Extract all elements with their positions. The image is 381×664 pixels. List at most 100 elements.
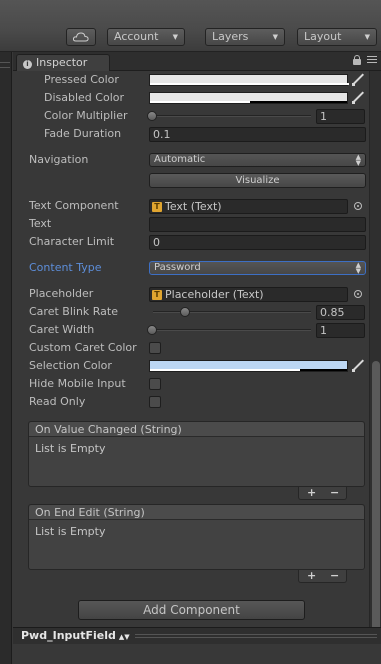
eyedropper-icon[interactable]: [351, 359, 365, 373]
panel-menu-icon[interactable]: [367, 56, 377, 65]
property-label: Character Limit: [29, 235, 115, 248]
visualize-button[interactable]: Visualize: [149, 173, 366, 188]
custom-caret-color-checkbox[interactable]: [149, 342, 161, 354]
navigation-value: Automatic: [154, 154, 206, 165]
remove-event-button[interactable]: −: [330, 570, 339, 582]
text-component-value: Text (Text): [165, 200, 222, 213]
left-panel-edge: [0, 52, 12, 664]
slider-knob[interactable]: [180, 307, 190, 317]
property-hide-mobile-input: Hide Mobile Input: [13, 376, 369, 392]
property-label: Placeholder: [29, 287, 94, 300]
inspector-scrollbar[interactable]: [369, 71, 381, 644]
property-label: Content Type: [29, 261, 102, 274]
lock-icon[interactable]: [353, 55, 361, 65]
property-navigation: Navigation Automatic ▲ ▼: [13, 152, 369, 168]
updown-arrows-icon: ▲▼: [355, 261, 361, 275]
add-component-button[interactable]: Add Component: [78, 600, 305, 620]
property-label: Caret Blink Rate: [29, 305, 118, 318]
property-label: Navigation: [29, 153, 89, 166]
event-empty-text: List is Empty: [35, 525, 106, 538]
slider-knob[interactable]: [147, 325, 157, 335]
property-text: Text: [13, 216, 369, 232]
property-text-component: Text Component T Text (Text): [13, 198, 369, 214]
drag-handle[interactable]: [135, 634, 377, 638]
text-input[interactable]: [149, 217, 366, 232]
object-name: Pwd_InputField: [21, 629, 116, 642]
placeholder-field[interactable]: T Placeholder (Text): [149, 287, 348, 302]
navigation-dropdown[interactable]: Automatic ▲ ▼: [149, 153, 366, 167]
cloud-button[interactable]: [66, 28, 96, 46]
account-dropdown[interactable]: Account ▼: [107, 28, 185, 46]
add-event-button[interactable]: +: [307, 487, 316, 499]
property-custom-caret-color: Custom Caret Color: [13, 340, 369, 356]
disabled-color-field[interactable]: [149, 92, 348, 104]
chevron-down-icon: ▼: [364, 33, 370, 41]
property-label: Pressed Color: [44, 73, 119, 86]
object-picker-icon[interactable]: [354, 290, 362, 298]
color-multiplier-input[interactable]: 1: [316, 109, 365, 124]
property-selection-color: Selection Color: [13, 358, 369, 374]
selection-color-field[interactable]: [149, 360, 348, 372]
caret-width-input[interactable]: 1: [316, 323, 365, 338]
text-component-field[interactable]: T Text (Text): [149, 199, 348, 214]
chevron-down-icon: ▼: [172, 33, 178, 41]
caret-blink-rate-input[interactable]: 0.85: [316, 305, 365, 320]
property-caret-width: Caret Width 1: [13, 322, 369, 338]
property-disabled-color: Disabled Color: [13, 90, 369, 106]
chevron-down-icon: ▼: [272, 33, 278, 41]
fade-duration-input[interactable]: 0.1: [149, 127, 366, 142]
layout-dropdown[interactable]: Layout ▼: [297, 28, 377, 46]
inspector-tabbar: i Inspector: [13, 52, 381, 71]
content-type-dropdown[interactable]: Password ▲ ▼: [149, 261, 366, 275]
on-end-edit-event: On End Edit (String) List is Empty: [28, 504, 365, 570]
inspector-panel: i Inspector Pressed Color Disabled Color …: [13, 52, 381, 664]
property-label: Custom Caret Color: [29, 341, 137, 354]
cloud-icon: [72, 32, 89, 42]
slider-knob[interactable]: [147, 111, 157, 121]
menu-icon[interactable]: [0, 62, 10, 68]
eyedropper-icon[interactable]: [351, 91, 365, 105]
property-label: Read Only: [29, 395, 86, 408]
event-empty-text: List is Empty: [35, 442, 106, 455]
preview-header: Pwd_InputField ▲▼: [13, 627, 381, 644]
property-content-type: Content Type Password ▲ ▼: [13, 260, 369, 276]
text-component-icon: T: [152, 290, 162, 300]
property-label: Selection Color: [29, 359, 112, 372]
property-caret-blink-rate: Caret Blink Rate 0.85: [13, 304, 369, 320]
on-value-changed-event: On Value Changed (String) List is Empty: [28, 421, 365, 487]
add-event-button[interactable]: +: [307, 570, 316, 582]
account-label: Account: [114, 30, 159, 43]
tab-inspector[interactable]: i Inspector: [16, 54, 110, 71]
property-label: Text: [29, 217, 52, 230]
hide-mobile-input-checkbox[interactable]: [149, 378, 161, 390]
scrollbar-thumb[interactable]: [372, 361, 380, 631]
character-limit-input[interactable]: 0: [149, 235, 366, 250]
alpha-bar-remainder: [300, 369, 347, 371]
layers-dropdown[interactable]: Layers ▼: [205, 28, 285, 46]
event-title: On End Edit (String): [29, 505, 364, 520]
top-toolbar: Account ▼ Layers ▼ Layout ▼: [0, 0, 381, 52]
eyedropper-icon[interactable]: [351, 73, 365, 87]
property-label: Text Component: [29, 199, 119, 212]
object-name-dropdown[interactable]: Pwd_InputField ▲▼: [21, 628, 130, 645]
color-multiplier-slider[interactable]: [153, 115, 311, 117]
tab-label: Inspector: [36, 56, 88, 69]
read-only-checkbox[interactable]: [149, 396, 161, 408]
updown-arrows-icon: ▲▼: [118, 633, 130, 641]
remove-event-button[interactable]: −: [330, 487, 339, 499]
visualize-row: Visualize: [13, 172, 369, 188]
property-label: Caret Width: [29, 323, 95, 336]
property-fade-duration: Fade Duration 0.1: [13, 126, 369, 142]
property-label: Fade Duration: [44, 127, 122, 140]
caret-blink-rate-slider[interactable]: [153, 311, 311, 313]
property-label: Hide Mobile Input: [29, 377, 126, 390]
property-label: Color Multiplier: [44, 109, 128, 122]
object-picker-icon[interactable]: [354, 202, 362, 210]
property-color-multiplier: Color Multiplier 1: [13, 108, 369, 124]
text-component-icon: T: [152, 202, 162, 212]
pressed-color-field[interactable]: [149, 74, 349, 86]
property-placeholder: Placeholder T Placeholder (Text): [13, 286, 369, 302]
event-footer: + −: [298, 487, 347, 500]
caret-width-slider[interactable]: [153, 329, 311, 331]
property-pressed-color: Pressed Color: [13, 72, 369, 88]
